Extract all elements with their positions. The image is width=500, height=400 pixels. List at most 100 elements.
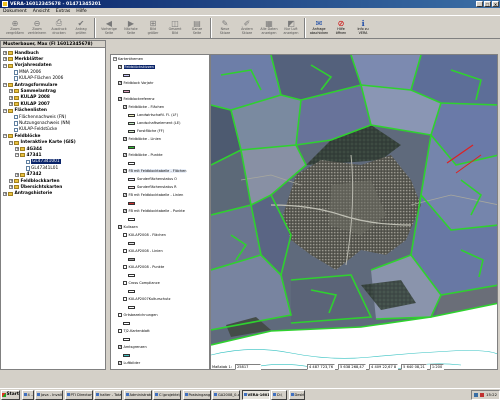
taskbar-button[interactable]: D:\	[271, 389, 287, 400]
layer-item[interactable]: Landschaftselement (LE)	[128, 120, 180, 126]
layer-checkbox[interactable]	[118, 313, 122, 317]
tree-item[interactable]: Flächennachweis (FN)	[9, 114, 66, 120]
layer-checkbox[interactable]: ✓	[118, 225, 122, 229]
tree-item[interactable]: − Flächenlisten	[3, 108, 47, 114]
taskbar-button[interactable]: C:\projekte\v...	[153, 389, 181, 400]
edit-sketch-button[interactable]: ✐ Ändern Skizze	[236, 16, 258, 40]
expand-icon[interactable]: +	[15, 172, 19, 177]
tree-item[interactable]: MNA 2006	[9, 69, 41, 75]
start-button[interactable]: Start	[1, 389, 20, 400]
help-button[interactable]: ⊘ Hilfe öffnen	[330, 16, 352, 40]
collapse-icon[interactable]: −	[3, 108, 7, 113]
new-sketch-button[interactable]: ✎ Neue Skizze	[214, 16, 236, 40]
tree-item[interactable]: + Feldblockkarten	[9, 178, 60, 184]
layer-item[interactable]: Landwirtschaftl. Fl. (LF)	[128, 112, 178, 118]
layer-item[interactable]: KULAP2008 - Punkte	[123, 264, 164, 270]
layer-item[interactable]	[128, 304, 137, 310]
arrow-left-button[interactable]: ◀ Vorherige Seite	[98, 16, 120, 40]
layer-item[interactable]: ✓ Feldstückskizzen	[118, 64, 155, 70]
tree-item[interactable]: + Sammelantrag	[9, 88, 56, 94]
tree-item[interactable]: + Übersichtskarten	[9, 184, 62, 190]
expand-icon[interactable]: +	[3, 57, 7, 62]
minimize-button[interactable]: _	[476, 1, 483, 7]
taskbar-button[interactable]: 4 ...	[21, 389, 34, 400]
tree-item[interactable]: Nutzungsnachweis (NN)	[9, 120, 70, 126]
close-button[interactable]: ×	[492, 1, 499, 7]
expand-icon[interactable]: +	[9, 89, 13, 94]
arrow-right-button[interactable]: ▶ Nächste Seite	[120, 16, 142, 40]
layer-item[interactable]: KULAP2008 - Flächen	[123, 232, 166, 238]
aerial-button[interactable]: ◩ Nur Luft anzeigen	[280, 16, 302, 40]
info-button[interactable]: ℹ Info zu VERA	[352, 16, 374, 40]
layer-item[interactable]	[128, 160, 137, 166]
menu-hilfe[interactable]: Hilfe	[76, 9, 86, 14]
layer-item[interactable]: ✓ Kulissen	[118, 224, 138, 230]
layer-item[interactable]: ✓ FB mit Feldblocktabelle - Punkte	[123, 208, 185, 214]
layer-checkbox[interactable]	[123, 233, 127, 237]
tree-item[interactable]: + KULAP 2008	[9, 95, 50, 101]
layer-item[interactable]	[128, 144, 137, 150]
layer-item[interactable]: Sonderflächenstatus O	[128, 176, 177, 182]
layer-checkbox[interactable]	[118, 329, 122, 333]
send-button[interactable]: ✉ Anfrage abschicken	[308, 16, 330, 40]
check-button[interactable]: ✔ Antrag prüfen	[70, 16, 92, 40]
tree-item[interactable]: + KULAP 2007	[9, 101, 50, 107]
security-icon[interactable]	[480, 392, 485, 397]
tree-item[interactable]: KULAP-Flächen 2006	[9, 76, 63, 82]
taskbar-button[interactable]: Administrator...	[123, 389, 152, 400]
taskbar-button[interactable]: GA2008_0-cr...	[212, 389, 240, 400]
layer-item[interactable]: ✓ Feldblock Vorjahr	[118, 80, 154, 86]
layer-checkbox[interactable]	[123, 297, 127, 301]
layer-checkbox[interactable]: ✓	[123, 105, 127, 109]
expand-icon[interactable]: +	[15, 147, 19, 152]
expand-icon[interactable]: +	[3, 191, 7, 196]
layer-item[interactable]: ✓ Luftbilder	[118, 360, 140, 366]
layer-item[interactable]: Forstfläche (FF)	[128, 128, 164, 134]
expand-icon[interactable]: +	[9, 95, 13, 100]
layer-item[interactable]: Ortsbezeichnungen	[118, 312, 158, 318]
tree-item[interactable]: − Antragsformulare	[3, 82, 57, 88]
layer-item[interactable]: TJ2-Kartenblatt	[118, 328, 150, 334]
tree-item[interactable]: − 47341	[15, 152, 41, 158]
layer-item[interactable]: Sonderflächenstatus R	[128, 184, 177, 190]
taskbar-button[interactable]: Java - Invalid...	[35, 389, 63, 400]
collapse-icon[interactable]: −	[113, 57, 117, 61]
layer-item[interactable]: ✓ FB mit Feldblocktabelle - Linien	[123, 192, 183, 198]
zoom-out-button[interactable]: ⊖ Zoom verkleinern	[26, 16, 48, 40]
expand-icon[interactable]: +	[3, 51, 7, 56]
layer-item[interactable]	[128, 200, 137, 206]
zoom-in-button[interactable]: ⊕ Zoom vergrößern	[4, 16, 26, 40]
collapse-icon[interactable]: −	[9, 140, 13, 145]
layer-item[interactable]: ✓ FB mit Feldblocktabelle - Flächen	[123, 168, 187, 174]
layer-item[interactable]: ✓ Feldblockreferenz	[118, 96, 154, 102]
layer-checkbox[interactable]: ✓	[123, 193, 127, 197]
tree-item[interactable]: + Merkblätter	[3, 56, 43, 62]
menu-ansicht[interactable]: Ansicht	[33, 9, 50, 14]
layer-item[interactable]: ✓ Feldblöcke - Flächen	[123, 104, 164, 110]
layer-item[interactable]	[123, 336, 132, 342]
zoom-plus-button[interactable]: ⊞ Bild größer	[142, 16, 164, 40]
layer-item[interactable]	[128, 288, 137, 294]
layer-item[interactable]: Cross Compliance	[123, 280, 160, 286]
layer-checkbox[interactable]: ✓	[123, 137, 127, 141]
menu-extras[interactable]: Extras	[56, 9, 71, 14]
fullview-button[interactable]: ◫ Gesamt Bild	[164, 16, 186, 40]
layer-checkbox[interactable]: ✓	[118, 65, 122, 69]
expand-icon[interactable]: +	[9, 102, 13, 107]
layer-checkbox[interactable]: ✓	[118, 345, 122, 349]
collapse-icon[interactable]: −	[3, 134, 7, 139]
expand-icon[interactable]: +	[9, 179, 13, 184]
printer-button[interactable]: ⎙ Ausdruck drucken	[48, 16, 70, 40]
layer-item[interactable]: − Kartenthemen	[113, 56, 143, 62]
tree-item[interactable]: +47342	[15, 172, 41, 178]
tree-item[interactable]: + Handbuch	[3, 50, 39, 56]
layer-checkbox[interactable]: ✓	[123, 153, 127, 157]
layer-item[interactable]	[123, 88, 132, 94]
layer-checkbox[interactable]	[123, 265, 127, 269]
collapse-icon[interactable]: −	[3, 83, 7, 88]
layer-checkbox[interactable]: ✓	[118, 97, 122, 101]
scale-input[interactable]: 25817	[234, 364, 261, 370]
menu-dokument[interactable]: Dokument	[3, 9, 27, 14]
tree-item[interactable]: +4G344	[15, 146, 42, 152]
taskbar-button[interactable]: halter - Total...	[94, 389, 122, 400]
